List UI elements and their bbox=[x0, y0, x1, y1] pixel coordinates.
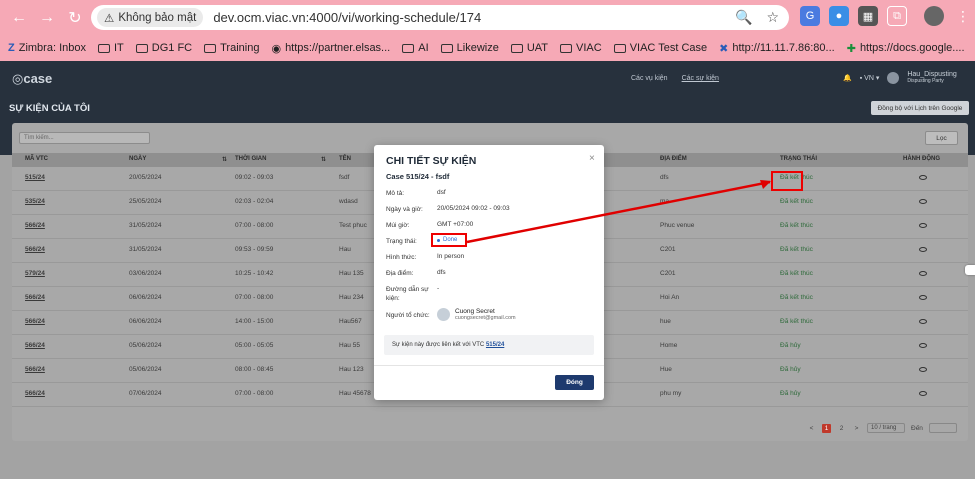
side-widget-icon[interactable] bbox=[965, 265, 975, 275]
arrow-annotation bbox=[466, 180, 771, 244]
